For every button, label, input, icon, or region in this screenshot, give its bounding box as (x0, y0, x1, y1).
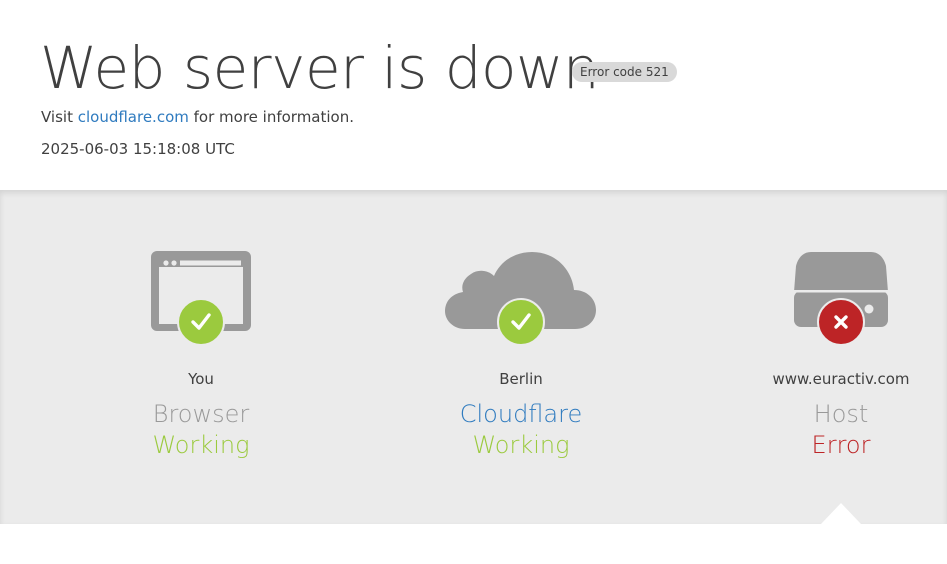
status-place: Berlin (499, 370, 543, 388)
details-section (0, 524, 947, 564)
timestamp: 2025-06-03 15:18:08 UTC (41, 140, 235, 158)
status-state: Working (472, 431, 570, 459)
header: Web server is down Error code 521 Visit … (0, 0, 947, 190)
x-icon (817, 298, 865, 346)
status-band: You Browser Working Berlin Cloudflare Wo… (0, 190, 947, 524)
status-role: Host (813, 400, 869, 428)
visit-prefix: Visit (41, 108, 78, 126)
status-role: Cloudflare (459, 400, 583, 428)
cloudflare-link[interactable]: cloudflare.com (78, 108, 189, 126)
check-icon (497, 298, 545, 346)
status-state: Error (811, 431, 871, 459)
status-place: www.euractiv.com (772, 370, 910, 388)
active-pointer (821, 503, 861, 524)
status-state: Working (152, 431, 250, 459)
visit-suffix: for more information. (188, 108, 354, 126)
check-icon (177, 298, 225, 346)
page-title: Web server is down (40, 34, 600, 102)
status-place: You (188, 370, 214, 388)
error-code-badge: Error code 521 (572, 62, 677, 82)
visit-text: Visit cloudflare.com for more informatio… (41, 108, 354, 126)
status-role: Browser (152, 400, 250, 428)
